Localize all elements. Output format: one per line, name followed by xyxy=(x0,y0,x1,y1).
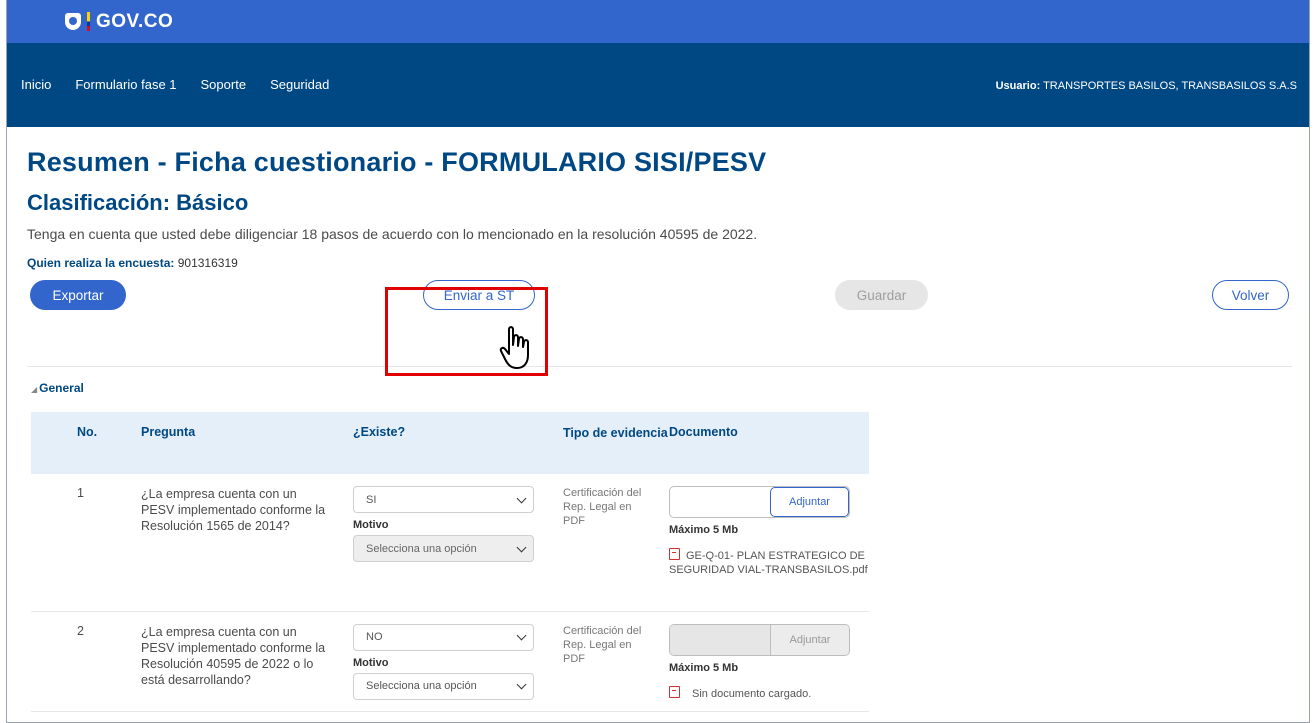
motivo-select: Selecciona una opción xyxy=(353,535,534,562)
file-upload-group: Adjuntar xyxy=(669,486,850,518)
motivo-placeholder: Selecciona una opción xyxy=(366,542,477,555)
user-info: Usuario: TRANSPORTES BASILOS, TRANSBASIL… xyxy=(996,80,1297,92)
table-row: 2 ¿La empresa cuenta con un PESV impleme… xyxy=(31,611,869,712)
chevron-down-icon xyxy=(516,630,527,641)
section-label: General xyxy=(39,381,84,395)
nav-item-formulario[interactable]: Formulario fase 1 xyxy=(75,77,176,92)
save-button[interactable]: Guardar xyxy=(835,280,928,310)
question-text: ¿La empresa cuenta con un PESV implement… xyxy=(141,487,326,533)
nav-item-soporte[interactable]: Soporte xyxy=(201,77,247,92)
header-tipo: Tipo de evidencia xyxy=(563,412,669,474)
user-label: Usuario: xyxy=(995,80,1041,92)
document-name: GE-Q-01- PLAN ESTRATEGICO DE SEGURIDAD V… xyxy=(669,550,868,576)
attach-button: Adjuntar xyxy=(770,624,849,655)
uploaded-document[interactable]: GE-Q-01- PLAN ESTRATEGICO DE SEGURIDAD V… xyxy=(669,548,869,577)
pdf-icon xyxy=(669,685,680,698)
pdf-icon xyxy=(669,548,680,560)
section-toggle-general[interactable]: ◢ General xyxy=(31,381,84,395)
row-number: 2 xyxy=(31,611,141,712)
max-size-label: Máximo 5 Mb xyxy=(669,524,739,536)
table-row: 1 ¿La empresa cuenta con un PESV impleme… xyxy=(31,474,869,612)
gov-bar: GOV.CO xyxy=(7,0,1309,43)
header-existe: ¿Existe? xyxy=(353,412,563,474)
header-no: No. xyxy=(31,412,141,474)
respondent-info: Quien realiza la encuesta: 901316319 xyxy=(27,256,1309,270)
chevron-down-icon xyxy=(516,542,527,552)
file-upload-group: Adjuntar xyxy=(669,623,850,656)
chevron-down-icon xyxy=(516,679,527,690)
back-button[interactable]: Volver xyxy=(1212,280,1289,310)
collapse-triangle-icon: ◢ xyxy=(31,385,38,394)
motivo-label: Motivo xyxy=(353,519,389,531)
browser-frame: GOV.CO Inicio Formulario fase 1 Soporte … xyxy=(6,0,1310,723)
existe-select[interactable]: SI xyxy=(353,486,534,513)
file-input xyxy=(670,624,770,655)
header-pregunta: Pregunta xyxy=(141,412,353,474)
gov-logo[interactable]: GOV.CO xyxy=(65,11,173,33)
row-number: 1 xyxy=(31,474,141,612)
main-navbar: Inicio Formulario fase 1 Soporte Segurid… xyxy=(7,43,1309,127)
existe-select[interactable]: NO xyxy=(353,623,534,651)
respondent-value: 901316319 xyxy=(174,256,238,270)
action-bar: Exportar Enviar a ST Guardar Volver xyxy=(27,276,1309,320)
hand-cursor-icon xyxy=(499,326,529,369)
file-input[interactable] xyxy=(670,487,770,517)
page-title: Resumen - Ficha cuestionario - FORMULARI… xyxy=(27,147,767,177)
evidence-type: Certificación del Rep. Legal en PDF xyxy=(563,624,642,665)
respondent-label: Quien realiza la encuesta: xyxy=(27,256,175,270)
divider xyxy=(27,366,1292,367)
page-subtitle: Clasificación: Básico xyxy=(27,190,249,215)
nav-item-seguridad[interactable]: Seguridad xyxy=(270,77,329,92)
attach-button[interactable]: Adjuntar xyxy=(770,487,849,517)
export-button[interactable]: Exportar xyxy=(30,280,126,310)
shield-icon xyxy=(65,13,81,30)
questions-table: No. Pregunta ¿Existe? Tipo de evidencia … xyxy=(31,412,869,712)
header-documento: Documento xyxy=(669,412,869,474)
max-size-label: Máximo 5 Mb xyxy=(669,661,739,674)
motivo-select[interactable]: Selecciona una opción xyxy=(353,672,534,700)
user-value: TRANSPORTES BASILOS, TRANSBASILOS S.A.S xyxy=(1040,80,1297,92)
instructions-note: Tenga en cuenta que usted debe diligenci… xyxy=(27,226,758,242)
question-text: ¿La empresa cuenta con un PESV implement… xyxy=(141,624,326,687)
document-name: Sin documento cargado. xyxy=(692,687,812,700)
flag-stripe-icon xyxy=(87,12,90,31)
nav-item-inicio[interactable]: Inicio xyxy=(21,77,51,92)
existe-value: SI xyxy=(366,493,377,506)
uploaded-document: Sin documento cargado. xyxy=(669,685,869,701)
gov-logo-text: GOV.CO xyxy=(96,10,174,32)
chevron-down-icon xyxy=(516,493,527,503)
evidence-type: Certificación del Rep. Legal en PDF xyxy=(563,487,642,527)
send-to-st-button[interactable]: Enviar a ST xyxy=(423,280,535,310)
existe-value: NO xyxy=(366,631,383,643)
motivo-label: Motivo xyxy=(353,656,389,669)
motivo-placeholder: Selecciona una opción xyxy=(366,680,477,692)
